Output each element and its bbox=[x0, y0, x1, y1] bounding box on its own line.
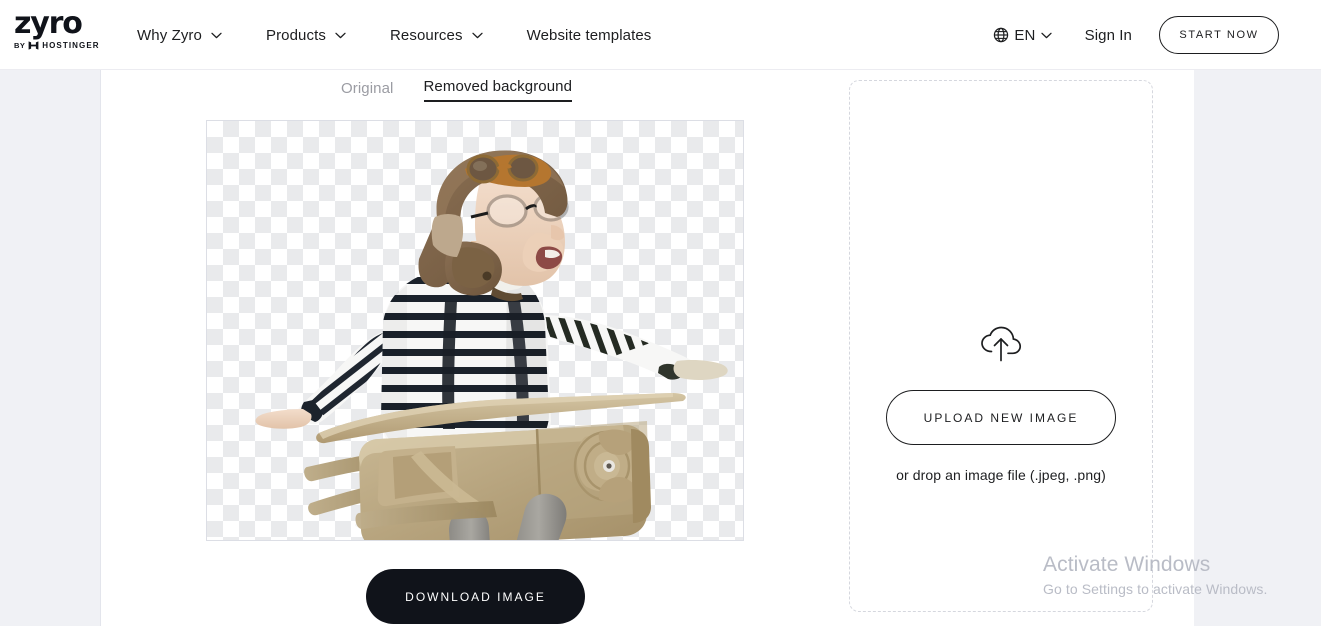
start-now-button[interactable]: START NOW bbox=[1159, 16, 1279, 54]
right-arm bbox=[537, 315, 728, 381]
zyro-background-remover-page: zyro BY HOSTINGER Why Zyro Products Reso… bbox=[0, 0, 1321, 626]
upload-new-image-button[interactable]: UPLOAD NEW IMAGE bbox=[886, 390, 1116, 445]
hostinger-h-icon bbox=[28, 41, 39, 50]
download-image-button[interactable]: DOWNLOAD IMAGE bbox=[366, 569, 585, 624]
chevron-down-icon bbox=[471, 32, 483, 38]
zyro-logo[interactable]: zyro BY HOSTINGER bbox=[14, 9, 102, 53]
logo-by-label: BY bbox=[14, 41, 26, 50]
language-label: EN bbox=[1014, 26, 1036, 44]
content-panel: Original Removed background DOWNLOAD IMA… bbox=[100, 70, 1194, 626]
logo-parent-label: HOSTINGER bbox=[42, 41, 100, 50]
preview-tabs: Original Removed background bbox=[341, 78, 573, 102]
tab-original[interactable]: Original bbox=[341, 80, 394, 102]
sign-in-link[interactable]: Sign In bbox=[1085, 27, 1132, 44]
nav-item-website-templates[interactable]: Website templates bbox=[527, 27, 652, 44]
aviator-goggles bbox=[465, 154, 552, 187]
cloud-upload-icon bbox=[981, 326, 1022, 362]
logo-wordmark: zyro bbox=[14, 6, 83, 41]
nav-label: Why Zyro bbox=[137, 26, 202, 44]
propeller bbox=[573, 429, 641, 503]
nav-label: Website templates bbox=[526, 26, 652, 44]
nav-item-resources[interactable]: Resources bbox=[390, 27, 483, 44]
image-preview-canvas[interactable] bbox=[206, 120, 744, 541]
nav-label: Resources bbox=[389, 26, 463, 44]
dropzone-content: UPLOAD NEW IMAGE or drop an image file (… bbox=[850, 326, 1152, 483]
subject-image-child-in-cardboard-airplane bbox=[255, 150, 728, 540]
nav-item-why-zyro[interactable]: Why Zyro bbox=[137, 27, 222, 44]
head bbox=[418, 150, 569, 302]
header-actions: EN Sign In START NOW bbox=[993, 0, 1321, 70]
dropzone-hint: or drop an image file (.jpeg, .png) bbox=[896, 467, 1106, 483]
tab-removed-background[interactable]: Removed background bbox=[423, 78, 573, 102]
nav-item-products[interactable]: Products bbox=[266, 27, 346, 44]
nav-label: Products bbox=[265, 26, 326, 44]
globe-icon bbox=[994, 27, 1009, 43]
chevron-down-icon bbox=[211, 32, 222, 38]
site-header: zyro BY HOSTINGER Why Zyro Products Reso… bbox=[0, 0, 1321, 70]
chevron-down-icon bbox=[1040, 32, 1052, 38]
upload-dropzone[interactable]: UPLOAD NEW IMAGE or drop an image file (… bbox=[849, 80, 1153, 612]
main-nav: Why Zyro Products Resources Website temp… bbox=[137, 0, 651, 70]
logo-byline: BY HOSTINGER bbox=[14, 41, 102, 50]
chevron-down-icon bbox=[335, 32, 346, 38]
language-selector[interactable]: EN bbox=[993, 26, 1052, 44]
